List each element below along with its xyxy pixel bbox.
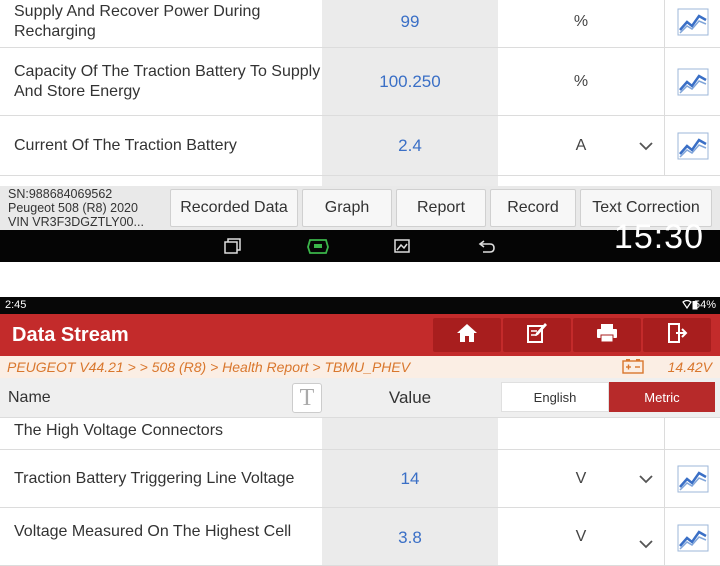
breadcrumb: PEUGEOT V44.21 > > 508 (R8) > Health Rep… [0,356,720,378]
metric-toggle[interactable]: Metric [609,382,715,412]
column-value-header: Value [388,388,432,407]
recorded-data-button[interactable]: Recorded Data [170,189,298,227]
table-row[interactable]: Capacity Of The Traction Battery To Supp… [0,48,720,116]
vci-icon[interactable] [306,237,330,260]
exit-icon [666,322,688,349]
graph-icon[interactable] [664,48,720,115]
bottom-toolbar: SN:988684069562 Peugeot 508 (R8) 2020 VI… [0,186,720,230]
vin: VIN VR3F3DGZTLY00... [8,215,144,229]
recent-apps-icon[interactable] [224,238,242,259]
graph-cell [664,418,720,449]
row-value [322,418,498,449]
row-value: 99 [322,0,498,47]
battery-level: 54% [693,299,716,311]
row-name: Voltage Measured On The Highest Cell [14,523,292,540]
row-value [322,176,498,186]
english-toggle[interactable]: English [501,382,609,412]
chevron-down-icon[interactable] [636,469,656,489]
row-name: Capacity Of The Traction Battery To Supp… [14,62,321,100]
battery-voltage: 14.42V [667,359,712,375]
breadcrumb-path[interactable]: PEUGEOT V44.21 > > 508 (R8) > Health Rep… [7,359,410,375]
home-button[interactable] [433,318,501,352]
app-header: Data Stream [0,314,720,356]
edit-button[interactable] [503,318,571,352]
report-button[interactable]: Report [396,189,486,227]
row-name: The High Voltage Connectors [14,422,224,439]
status-bar: 2:45 54% [0,297,720,314]
graph-icon[interactable] [664,0,720,47]
printer-icon [596,323,618,348]
column-name-header: Name [8,389,51,406]
table-row[interactable]: Voltage Measured On The Highest Cell 3.8… [0,508,720,566]
graph-icon[interactable] [664,508,720,565]
table-row [0,176,720,186]
row-name: Current Of The Traction Battery [14,136,237,154]
page-title: Data Stream [12,324,129,346]
table-row[interactable]: Current Of The Traction Battery 2.4 A [0,116,720,176]
graph-button[interactable]: Graph [302,189,392,227]
edit-icon [526,322,548,349]
row-value: 2.4 [322,116,498,175]
row-unit: % [573,72,589,90]
row-unit [498,418,664,449]
row-name: Traction Battery Triggering Line Voltage [14,469,295,487]
vehicle-model: Peugeot 508 (R8) 2020 [8,201,138,215]
graph-icon[interactable] [664,116,720,175]
row-unit: % [573,12,589,30]
row-value: 14 [322,450,498,507]
table-row[interactable]: Traction Battery Triggering Line Voltage… [0,450,720,508]
chevron-down-icon[interactable] [636,136,656,156]
battery-voltage-icon [622,358,644,379]
serial-number: SN:988684069562 [8,187,113,201]
wifi-icon [682,299,692,312]
status-time: 2:45 [5,299,27,311]
screenshot-icon[interactable] [394,239,410,258]
row-name: Supply And Recover Power During Rechargi… [14,2,261,40]
row-value: 3.8 [322,508,498,565]
graph-icon[interactable] [664,450,720,507]
android-navbar [0,230,720,262]
exit-button[interactable] [643,318,711,352]
print-button[interactable] [573,318,641,352]
vehicle-info: SN:988684069562 Peugeot 508 (R8) 2020 VI… [8,186,168,230]
back-icon[interactable] [478,238,496,259]
record-button[interactable]: Record [490,189,576,227]
text-size-icon[interactable]: T [292,383,322,413]
table-row[interactable]: The High Voltage Connectors [0,418,720,450]
table-row[interactable]: Supply And Recover Power During Rechargi… [0,0,720,48]
home-icon [456,323,478,348]
chevron-down-icon[interactable] [636,534,656,554]
column-header: Name T Value English Metric [0,378,720,418]
row-value: 100.250 [322,48,498,115]
clock-overlay: 15:30 [613,218,704,256]
